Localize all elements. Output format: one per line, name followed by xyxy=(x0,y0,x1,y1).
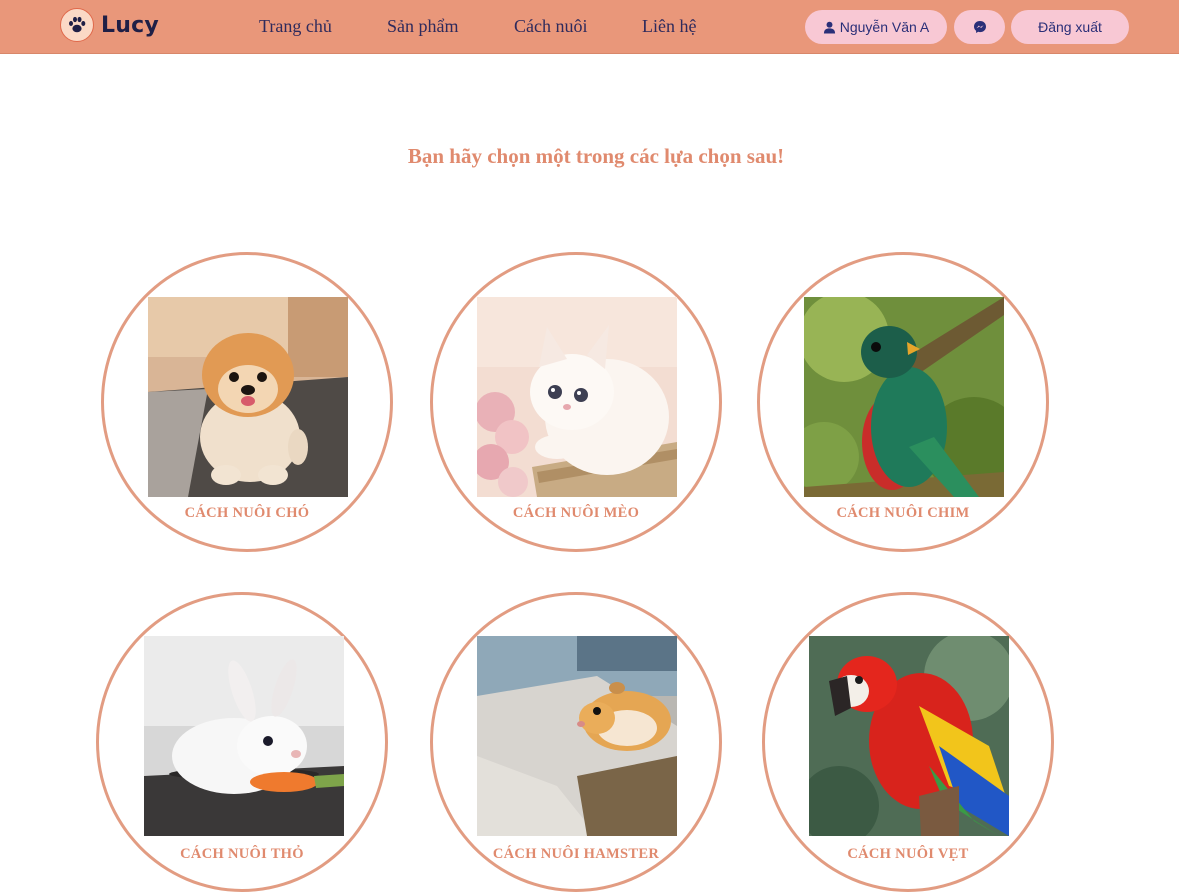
user-name: Nguyễn Văn A xyxy=(839,19,930,35)
messenger-icon xyxy=(973,21,986,33)
option-card-hamster[interactable]: CÁCH NUÔI HAMSTER xyxy=(430,592,722,892)
option-card-bird[interactable]: CÁCH NUÔI CHIM xyxy=(757,252,1049,552)
option-label: CÁCH NUÔI CHÓ xyxy=(184,505,310,521)
top-navbar: Lucy Trang chủ Sản phẩm Cách nuôi Liên h… xyxy=(0,0,1179,54)
logout-button[interactable]: Đăng xuất xyxy=(1011,10,1129,44)
option-card-cat[interactable]: CÁCH NUÔI MÈO xyxy=(430,252,722,552)
brand-logo[interactable]: Lucy xyxy=(60,8,159,42)
white-rabbit-photo xyxy=(144,636,344,836)
option-card-rabbit[interactable]: CÁCH NUÔI THỎ xyxy=(96,592,388,892)
quetzal-bird-photo xyxy=(804,297,1004,497)
messenger-button[interactable] xyxy=(954,10,1005,44)
white-kitten-photo xyxy=(477,297,677,497)
option-label: CÁCH NUÔI HAMSTER xyxy=(492,846,660,862)
nav-home[interactable]: Trang chủ xyxy=(259,16,332,37)
nav-care[interactable]: Cách nuôi xyxy=(514,16,588,37)
option-label: CÁCH NUÔI THỎ xyxy=(180,846,304,862)
option-card-dog[interactable]: CÁCH NUÔI CHÓ xyxy=(101,252,393,552)
option-label: CÁCH NUÔI VẸT xyxy=(847,846,969,862)
user-profile-button[interactable]: Nguyễn Văn A xyxy=(805,10,947,44)
option-card-parrot[interactable]: CÁCH NUÔI VẸT xyxy=(762,592,1054,892)
pomeranian-dog-photo xyxy=(148,297,348,497)
option-label: CÁCH NUÔI MÈO xyxy=(512,505,640,521)
paw-icon xyxy=(60,8,94,42)
brand-name: Lucy xyxy=(101,12,159,38)
logout-label: Đăng xuất xyxy=(1038,19,1102,35)
page-heading: Bạn hãy chọn một trong các lựa chọn sau! xyxy=(407,144,785,168)
nav-products[interactable]: Sản phẩm xyxy=(387,16,459,37)
hamster-photo xyxy=(477,636,677,836)
option-label: CÁCH NUÔI CHIM xyxy=(836,505,970,521)
nav-contact[interactable]: Liên hệ xyxy=(642,16,696,37)
user-icon xyxy=(823,21,835,34)
macaw-parrot-photo xyxy=(809,636,1009,836)
